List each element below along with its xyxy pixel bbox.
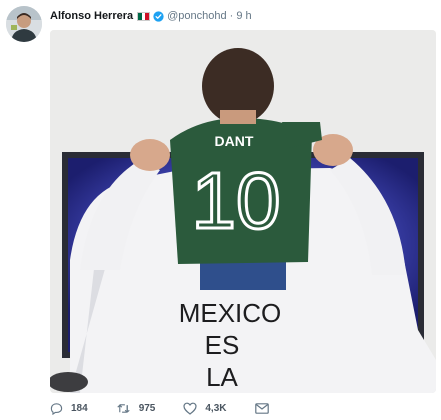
like-button[interactable]: 4,3K: [183, 402, 227, 415]
reply-button[interactable]: 184: [50, 402, 88, 415]
author-handle[interactable]: @ponchohd: [167, 10, 227, 22]
tweet-photo[interactable]: DANT 10 MEXICO ES LA: [50, 30, 436, 393]
author-avatar[interactable]: [6, 6, 42, 42]
reply-icon: [50, 402, 63, 415]
mail-icon: [254, 402, 269, 414]
tweet-header: Alfonso Herrera @ponchohd · 9 h: [50, 8, 252, 24]
header-separator: ·: [229, 10, 234, 22]
heart-icon: [183, 402, 197, 415]
author-name[interactable]: Alfonso Herrera: [50, 10, 133, 22]
mexico-flag-icon: [137, 11, 151, 21]
jersey-text-line-2: ES: [205, 330, 240, 360]
retweet-count: 975: [138, 402, 156, 414]
child-jersey-name: DANT: [215, 133, 254, 149]
reply-count: 184: [71, 402, 88, 414]
jersey-text-line-1: MEXICO: [179, 298, 282, 328]
like-count: 4,3K: [205, 402, 227, 414]
child-jersey-number: 10: [192, 156, 281, 245]
tweet-actions: 184 975 4,3K: [50, 400, 277, 416]
retweet-button[interactable]: 975: [116, 402, 156, 415]
tweet-timestamp[interactable]: 9 h: [236, 10, 251, 22]
jersey-text-line-3: LA: [206, 362, 238, 392]
retweet-icon: [117, 403, 130, 413]
share-button[interactable]: [254, 402, 277, 414]
tweet: Alfonso Herrera @ponchohd · 9 h DANT 10 …: [0, 0, 441, 420]
verified-badge-icon: [153, 10, 164, 22]
